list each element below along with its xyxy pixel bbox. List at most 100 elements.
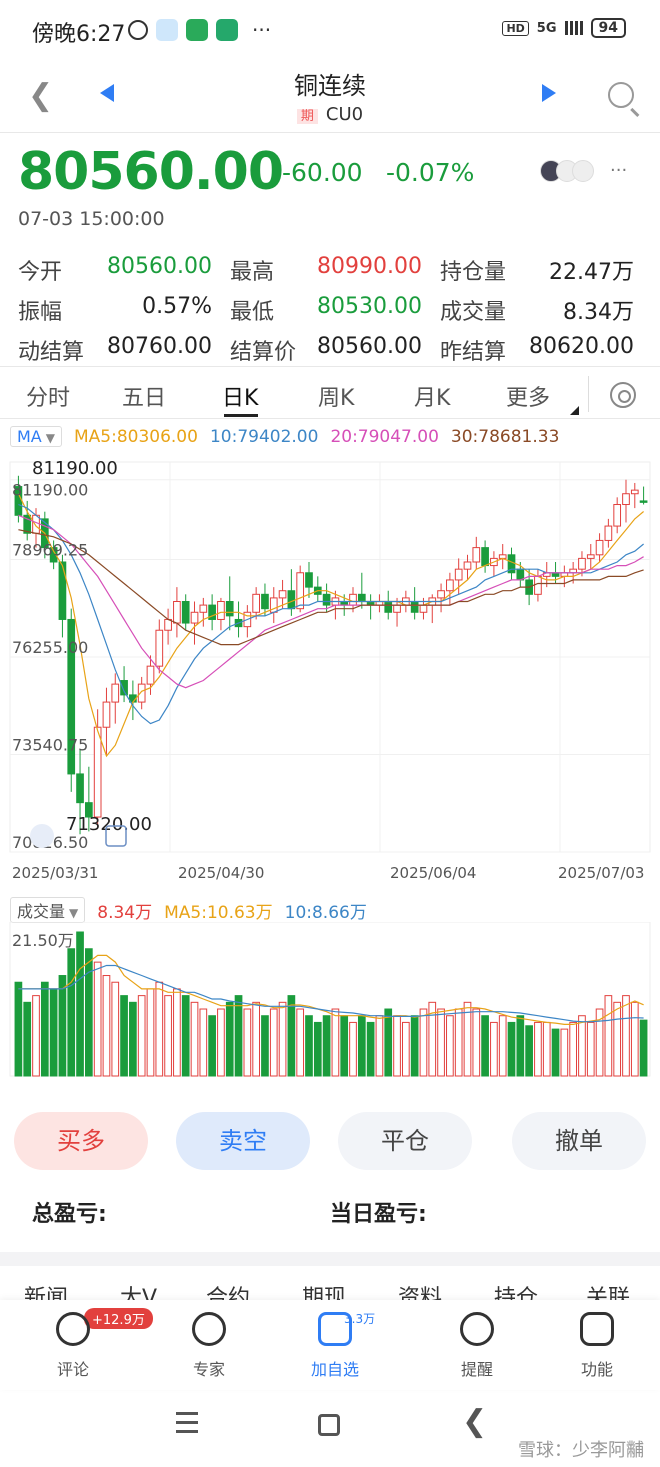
volume-bar (93, 961, 102, 1077)
volume-indicator-select[interactable]: 成交量 ▼ (10, 897, 86, 923)
y-tick-label: 73540.75 (12, 736, 88, 755)
volume-bar (507, 1021, 516, 1077)
volume-bar (384, 1008, 393, 1077)
volume-bar (208, 1015, 216, 1077)
candle-body (622, 493, 630, 506)
volume-chart[interactable]: 21.50万 (0, 922, 660, 1082)
x-tick-label: 2025/06/04 (390, 864, 476, 882)
volume-bar (366, 1021, 375, 1077)
volume-bar (630, 1001, 639, 1077)
signal-icon: 5G (536, 20, 557, 36)
more-options-icon[interactable]: ··· (610, 160, 627, 181)
battery-icon: 94 (590, 18, 626, 38)
sell-short-button[interactable]: 卖空 (176, 1112, 310, 1170)
volume-bar (243, 1008, 252, 1077)
volume-bar (472, 1008, 481, 1077)
indicator-select[interactable]: MA ▼ (10, 426, 62, 447)
volume-bar (58, 975, 67, 1077)
candle-body (155, 629, 164, 667)
next-contract-icon[interactable] (542, 84, 556, 102)
ma-line-ma30 (18, 529, 644, 646)
volume-bar (146, 988, 155, 1077)
hd-icon: HD (502, 20, 529, 36)
stat-value: 80990.00 (317, 254, 422, 279)
candle-body (586, 554, 595, 559)
price-change: -60.00 (282, 158, 363, 187)
candle-body (446, 579, 454, 592)
volume-bar (569, 1021, 577, 1077)
quote-timestamp: 07-03 15:00:00 (18, 208, 165, 230)
candle-body (137, 683, 146, 703)
cancel-order-button[interactable]: 撤单 (512, 1112, 646, 1170)
stat-label: 最高 (230, 260, 275, 285)
expand-icon (30, 824, 54, 848)
stats-row: 今开 80560.00 最高 80990.00 持仓量 22.47万 (18, 250, 642, 290)
follower-avatars[interactable] (540, 160, 594, 182)
stat-value: 80560.00 (317, 334, 422, 359)
tabs-separator (588, 376, 589, 412)
toolbar-item[interactable]: 功能 (552, 1312, 642, 1380)
chart-tab[interactable]: 日K (222, 380, 258, 412)
chart-tab[interactable]: 分时 (26, 380, 70, 412)
add-watchlist-icon (318, 1312, 352, 1346)
volume-bar (129, 1001, 137, 1077)
volume-bar (481, 1015, 489, 1077)
candle-body (252, 593, 260, 613)
volume-bar (199, 1008, 208, 1077)
candle-body (410, 601, 419, 613)
chart-tab[interactable]: 五日 (122, 380, 166, 412)
chart-tabs: 分时 五日 日K 周K 月K 更多 (0, 372, 660, 418)
candle-body (278, 590, 287, 599)
system-back-icon[interactable]: ❮ (462, 1404, 487, 1439)
volume-bar (622, 995, 630, 1077)
status-more-icon: ··· (252, 18, 272, 42)
x-tick-label: 2025/04/30 (178, 864, 264, 882)
function-icon (580, 1312, 614, 1346)
stat-value: 8.34万 (563, 300, 634, 325)
candle-body (173, 601, 181, 624)
status-time: 傍晚6:27 (32, 22, 126, 47)
legend-value: 30:78681.33 (450, 426, 560, 447)
trade-actions: 买多 卖空 平仓 撤单 (0, 1112, 660, 1170)
toolbar-item[interactable]: 专家 (164, 1312, 254, 1380)
alarm-icon (460, 1312, 494, 1346)
volume-bar (137, 995, 146, 1077)
volume-bar (225, 1001, 234, 1077)
close-position-button[interactable]: 平仓 (338, 1112, 472, 1170)
stat-label: 今开 (18, 260, 63, 285)
toolbar-label: 提醒 (460, 1360, 493, 1379)
candle-body (322, 593, 331, 606)
stat-label: 成交量 (440, 300, 507, 325)
recent-apps-icon[interactable] (176, 1412, 198, 1439)
legend-value: 10:79402.00 (209, 426, 319, 447)
toolbar-label: 加自选 (310, 1360, 359, 1379)
last-price: 80560.00 (18, 142, 284, 202)
volume-bar (217, 1008, 225, 1077)
volume-bar (586, 1021, 595, 1077)
volume-bar (287, 995, 296, 1077)
buy-long-button[interactable]: 买多 (14, 1112, 148, 1170)
settings-icon[interactable] (610, 382, 636, 408)
kline-chart[interactable]: 81190.0078969.2576255.0073540.7570826.50… (0, 452, 660, 882)
volume-bar (437, 1008, 445, 1077)
x-tick-label: 2025/07/03 (558, 864, 644, 882)
stats-row: 动结算 80760.00 结算价 80560.00 昨结算 80620.00 (18, 330, 642, 370)
volume-bar (349, 1021, 357, 1077)
candle-body (419, 604, 428, 613)
home-icon[interactable] (318, 1414, 340, 1436)
section-separator (0, 1252, 660, 1266)
volume-bar (155, 981, 164, 1077)
volume-bar (305, 1015, 313, 1077)
toolbar-item[interactable]: 评论 (28, 1312, 118, 1380)
expert-icon (192, 1312, 226, 1346)
chart-tab[interactable]: 月K (414, 380, 450, 412)
toolbar-item[interactable]: 加自选 (290, 1312, 380, 1380)
volume-bar (578, 1015, 586, 1077)
chart-tab[interactable]: 周K (318, 380, 354, 412)
chart-tab[interactable]: 更多 (506, 380, 550, 412)
volume-bar (120, 995, 128, 1077)
search-icon[interactable] (608, 82, 634, 108)
volume-bar (278, 1001, 287, 1077)
candle-body (437, 590, 445, 599)
toolbar-item[interactable]: 提醒 (432, 1312, 522, 1380)
